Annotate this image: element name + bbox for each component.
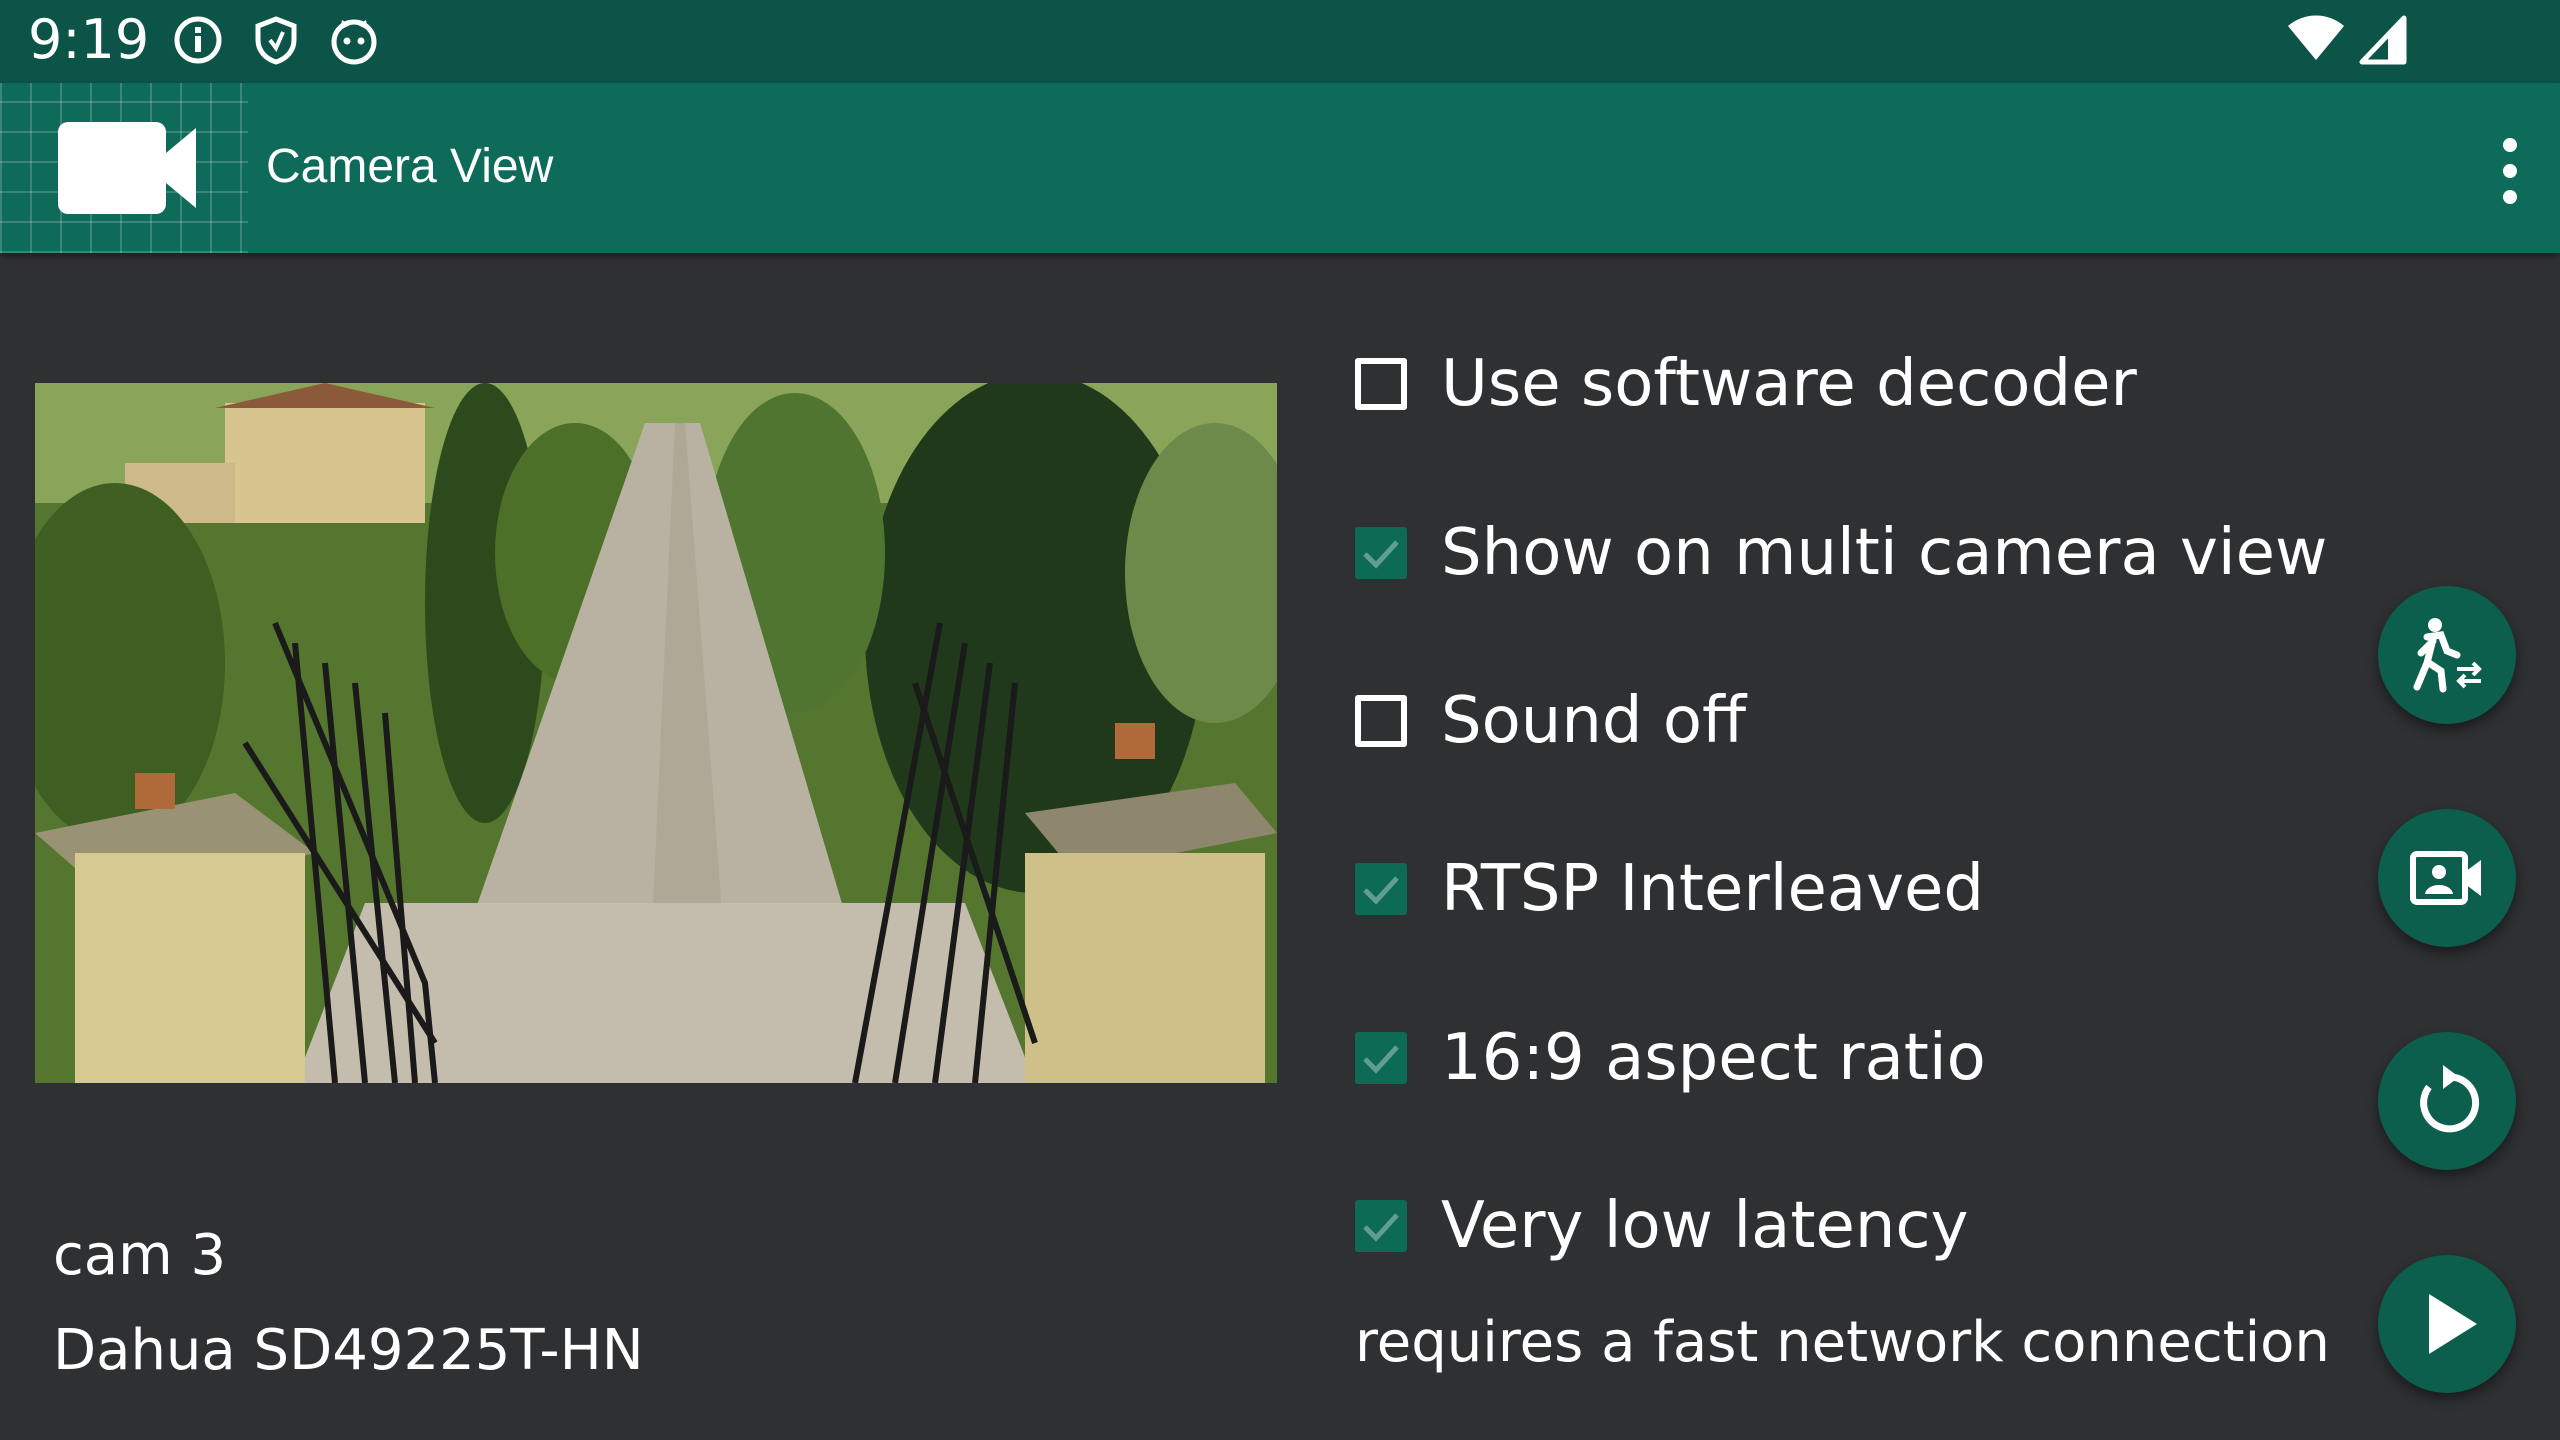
option-label: Sound off (1441, 684, 1747, 758)
checkbox[interactable] (1355, 1200, 1407, 1252)
latency-note: requires a fast network connection (1355, 1310, 2330, 1375)
status-icons-left (172, 14, 380, 66)
option-aspect-ratio[interactable]: 16:9 aspect ratio (1355, 1021, 1986, 1095)
play-button[interactable] (2378, 1255, 2516, 1393)
camera-model: Dahua SD49225T-HN (53, 1318, 644, 1383)
status-bar: 9:19 (0, 0, 2560, 83)
option-label: 16:9 aspect ratio (1441, 1021, 1986, 1095)
status-time: 9:19 (28, 8, 150, 71)
more-vert-icon (2503, 138, 2517, 204)
checkbox[interactable] (1355, 1032, 1407, 1084)
refresh-button[interactable] (2378, 1032, 2516, 1170)
play-icon (2429, 1294, 2477, 1354)
motion-detection-button[interactable] (2378, 586, 2516, 724)
check-icon (1363, 876, 1399, 905)
option-sound-off[interactable]: Sound off (1355, 684, 1746, 758)
app-logo (0, 83, 248, 253)
motion-detection-icon (2413, 618, 2482, 693)
option-use-software-decoder[interactable]: Use software decoder (1355, 347, 2137, 421)
option-label: Show on multi camera view (1441, 516, 2328, 590)
option-rtsp-interleaved[interactable]: RTSP Interleaved (1355, 852, 1984, 926)
video-camera-icon (58, 122, 196, 214)
refresh-icon (2420, 1065, 2480, 1133)
option-label: RTSP Interleaved (1441, 852, 1984, 926)
checkbox[interactable] (1355, 695, 1407, 747)
app-bar: Camera View (0, 83, 2560, 253)
video-record-icon (2410, 851, 2481, 905)
info-icon (174, 16, 222, 64)
camera-preview-image (35, 383, 1277, 1083)
cat-face-icon (331, 19, 377, 65)
camera-name: cam 3 (53, 1223, 227, 1288)
wifi-icon (2288, 15, 2344, 60)
option-label: Use software decoder (1441, 347, 2137, 421)
checkbox[interactable] (1355, 358, 1407, 410)
signal-icon (2359, 15, 2407, 65)
option-label: Very low latency (1441, 1189, 1969, 1263)
video-record-button[interactable] (2378, 809, 2516, 947)
overflow-menu-button[interactable] (2490, 131, 2530, 211)
camera-preview[interactable] (35, 383, 1277, 1083)
check-icon (1363, 1213, 1399, 1242)
option-very-low-latency[interactable]: Very low latency (1355, 1189, 1968, 1263)
app-title: Camera View (266, 140, 554, 193)
check-icon (1363, 1045, 1399, 1074)
checkbox[interactable] (1355, 863, 1407, 915)
check-icon (1363, 540, 1399, 569)
checkbox[interactable] (1355, 527, 1407, 579)
status-icons-right (2286, 14, 2410, 66)
option-show-on-multi-camera-view[interactable]: Show on multi camera view (1355, 516, 2327, 590)
shield-icon (255, 16, 297, 65)
